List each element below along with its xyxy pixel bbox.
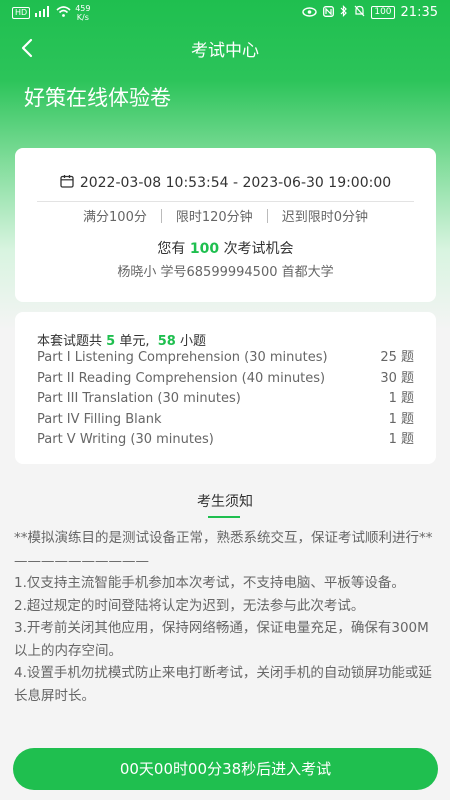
exam-limits: 满分100分 限时120分钟 迟到限时0分钟 — [15, 206, 436, 225]
calendar-icon — [60, 174, 74, 192]
exam-time-range: 2022-03-08 10:53:54 - 2023-06-30 19:00:0… — [15, 174, 436, 192]
question-count: 58 — [157, 334, 176, 349]
speed-value: 459 — [75, 4, 91, 13]
signal-icon — [34, 6, 52, 20]
part-name: Part V Writing (30 minutes) — [37, 432, 214, 447]
part-count: 30 题 — [380, 370, 414, 386]
notice-line: —————————— — [14, 552, 149, 569]
status-bar: HD 459 K/s 100 21:35 — [0, 0, 450, 26]
list-item: Part III Translation (30 minutes) 1 题 — [37, 389, 414, 410]
chances-prefix: 您有 — [157, 241, 186, 257]
notice-line: 1.仅支持主流智能手机参加本次考试，不支持电脑、平板等设备。 — [14, 575, 405, 591]
notice-line: 4.设置手机勿扰模式防止来电打断考试，关闭手机的自动锁屏功能或延长息屏时长。 — [14, 665, 432, 704]
exam-info-card: 2022-03-08 10:53:54 - 2023-06-30 19:00:0… — [15, 148, 436, 302]
unit-label: 单元, — [119, 334, 150, 349]
speed-unit: K/s — [76, 13, 89, 22]
time-limit: 限时120分钟 — [175, 210, 253, 225]
notice-body: **模拟演练目的是测试设备正常，熟悉系统交互，保证考试顺利进行** ——————… — [14, 527, 436, 707]
chances-count: 100 — [189, 241, 220, 257]
eye-icon — [302, 6, 318, 20]
part-count: 1 题 — [388, 391, 414, 406]
notice-line: **模拟演练目的是测试设备正常，熟悉系统交互，保证考试顺利进行** — [14, 530, 433, 546]
enter-exam-button[interactable]: 00天00时00分38秒后进入考试 — [13, 748, 438, 790]
part-name: Part IV Filling Blank — [37, 411, 162, 427]
summary-prefix: 本套试题共 — [37, 334, 103, 349]
time-range-text: 2022-03-08 10:53:54 - 2023-06-30 19:00:0… — [79, 175, 392, 191]
clock: 21:35 — [400, 5, 438, 20]
separator — [266, 208, 268, 223]
student-info: 杨晓小 学号68599994500 首都大学 — [117, 265, 334, 280]
part-count: 25 题 — [380, 350, 414, 365]
page-title: 考试中心 — [191, 41, 259, 61]
paper-summary: 本套试题共 5 单元, 58 小题 — [37, 330, 206, 349]
network-speed: 459 K/s — [75, 4, 90, 22]
exam-chances: 您有 100 次考试机会 — [15, 238, 436, 258]
list-item: Part V Writing (30 minutes) 1 题 — [37, 430, 414, 451]
wifi-icon — [56, 6, 71, 20]
chances-suffix: 次考试机会 — [223, 241, 294, 257]
paper-structure-card: 本套试题共 5 单元, 58 小题 Part I Listening Compr… — [15, 312, 436, 464]
list-item: Part I Listening Comprehension (30 minut… — [37, 348, 414, 369]
separator — [160, 208, 162, 223]
nav-bar: 考试中心 — [0, 30, 450, 66]
notice-title: 考生须知 — [197, 494, 253, 510]
nfc-icon — [323, 5, 335, 20]
bluetooth-icon — [340, 5, 348, 20]
hd-badge: HD — [12, 7, 31, 19]
unit-count: 5 — [106, 334, 116, 349]
part-count: 1 题 — [388, 411, 414, 427]
list-item: Part IV Filling Blank 1 题 — [37, 410, 414, 431]
notice-line: 2.超过规定的时间登陆将认定为迟到，无法参与此次考试。 — [14, 597, 365, 614]
part-name: Part II Reading Comprehension (40 minute… — [37, 370, 326, 386]
paper-title: 好策在线体验卷 — [24, 86, 171, 110]
full-score: 满分100分 — [83, 210, 147, 225]
notice-line: 3.开考前关闭其他应用，保持网络畅通，保证电量充足，确保有300M以上的内存空间… — [14, 620, 429, 659]
list-item: Part II Reading Comprehension (40 minute… — [37, 369, 414, 390]
battery-icon: 100 — [371, 6, 395, 19]
notice-underline — [208, 516, 240, 518]
parts-list: Part I Listening Comprehension (30 minut… — [37, 348, 414, 451]
mute-icon — [354, 5, 365, 20]
part-name: Part I Listening Comprehension (30 minut… — [37, 350, 328, 365]
part-name: Part III Translation (30 minutes) — [37, 391, 241, 406]
question-label: 小题 — [179, 334, 206, 349]
divider — [37, 201, 414, 202]
part-count: 1 题 — [388, 432, 414, 447]
late-limit: 迟到限时0分钟 — [281, 210, 368, 225]
